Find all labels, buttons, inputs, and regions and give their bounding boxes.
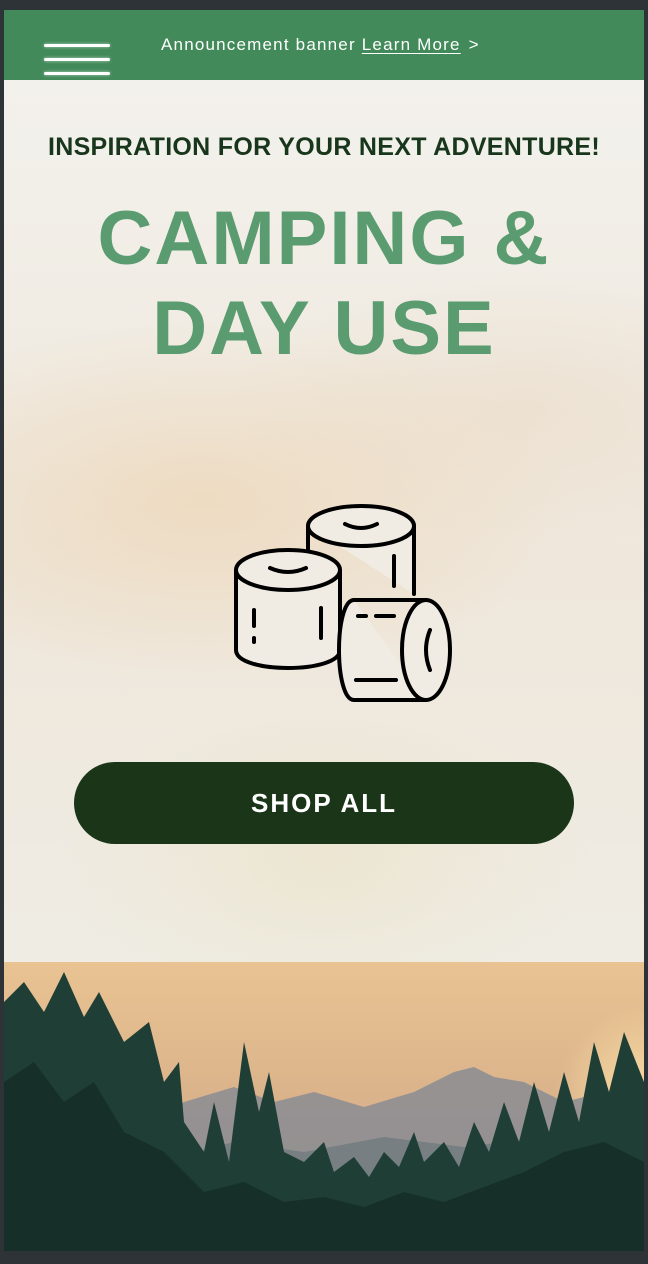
shop-all-button[interactable]: SHOP ALL <box>74 762 574 844</box>
announcement-text: Announcement banner Learn More > <box>161 35 480 55</box>
hero-headline: CAMPING & DAY USE <box>4 194 644 374</box>
headline-line-2: DAY USE <box>152 286 496 371</box>
announcement-bar: Announcement banner Learn More > <box>4 10 644 80</box>
headline-line-1: CAMPING & <box>97 196 551 281</box>
mobile-page: Announcement banner Learn More > INSPIRA… <box>4 10 644 1251</box>
hamburger-menu-icon[interactable] <box>44 43 110 79</box>
forest-mountain-image <box>4 962 644 1251</box>
toilet-paper-rolls-icon <box>234 504 452 702</box>
announcement-label: Announcement banner <box>161 35 356 54</box>
chevron-right-icon[interactable]: > <box>469 35 480 54</box>
hero-tagline: INSPIRATION FOR YOUR NEXT ADVENTURE! <box>47 133 601 161</box>
learn-more-link[interactable]: Learn More <box>362 35 461 54</box>
hero-section: INSPIRATION FOR YOUR NEXT ADVENTURE! CAM… <box>4 80 644 962</box>
